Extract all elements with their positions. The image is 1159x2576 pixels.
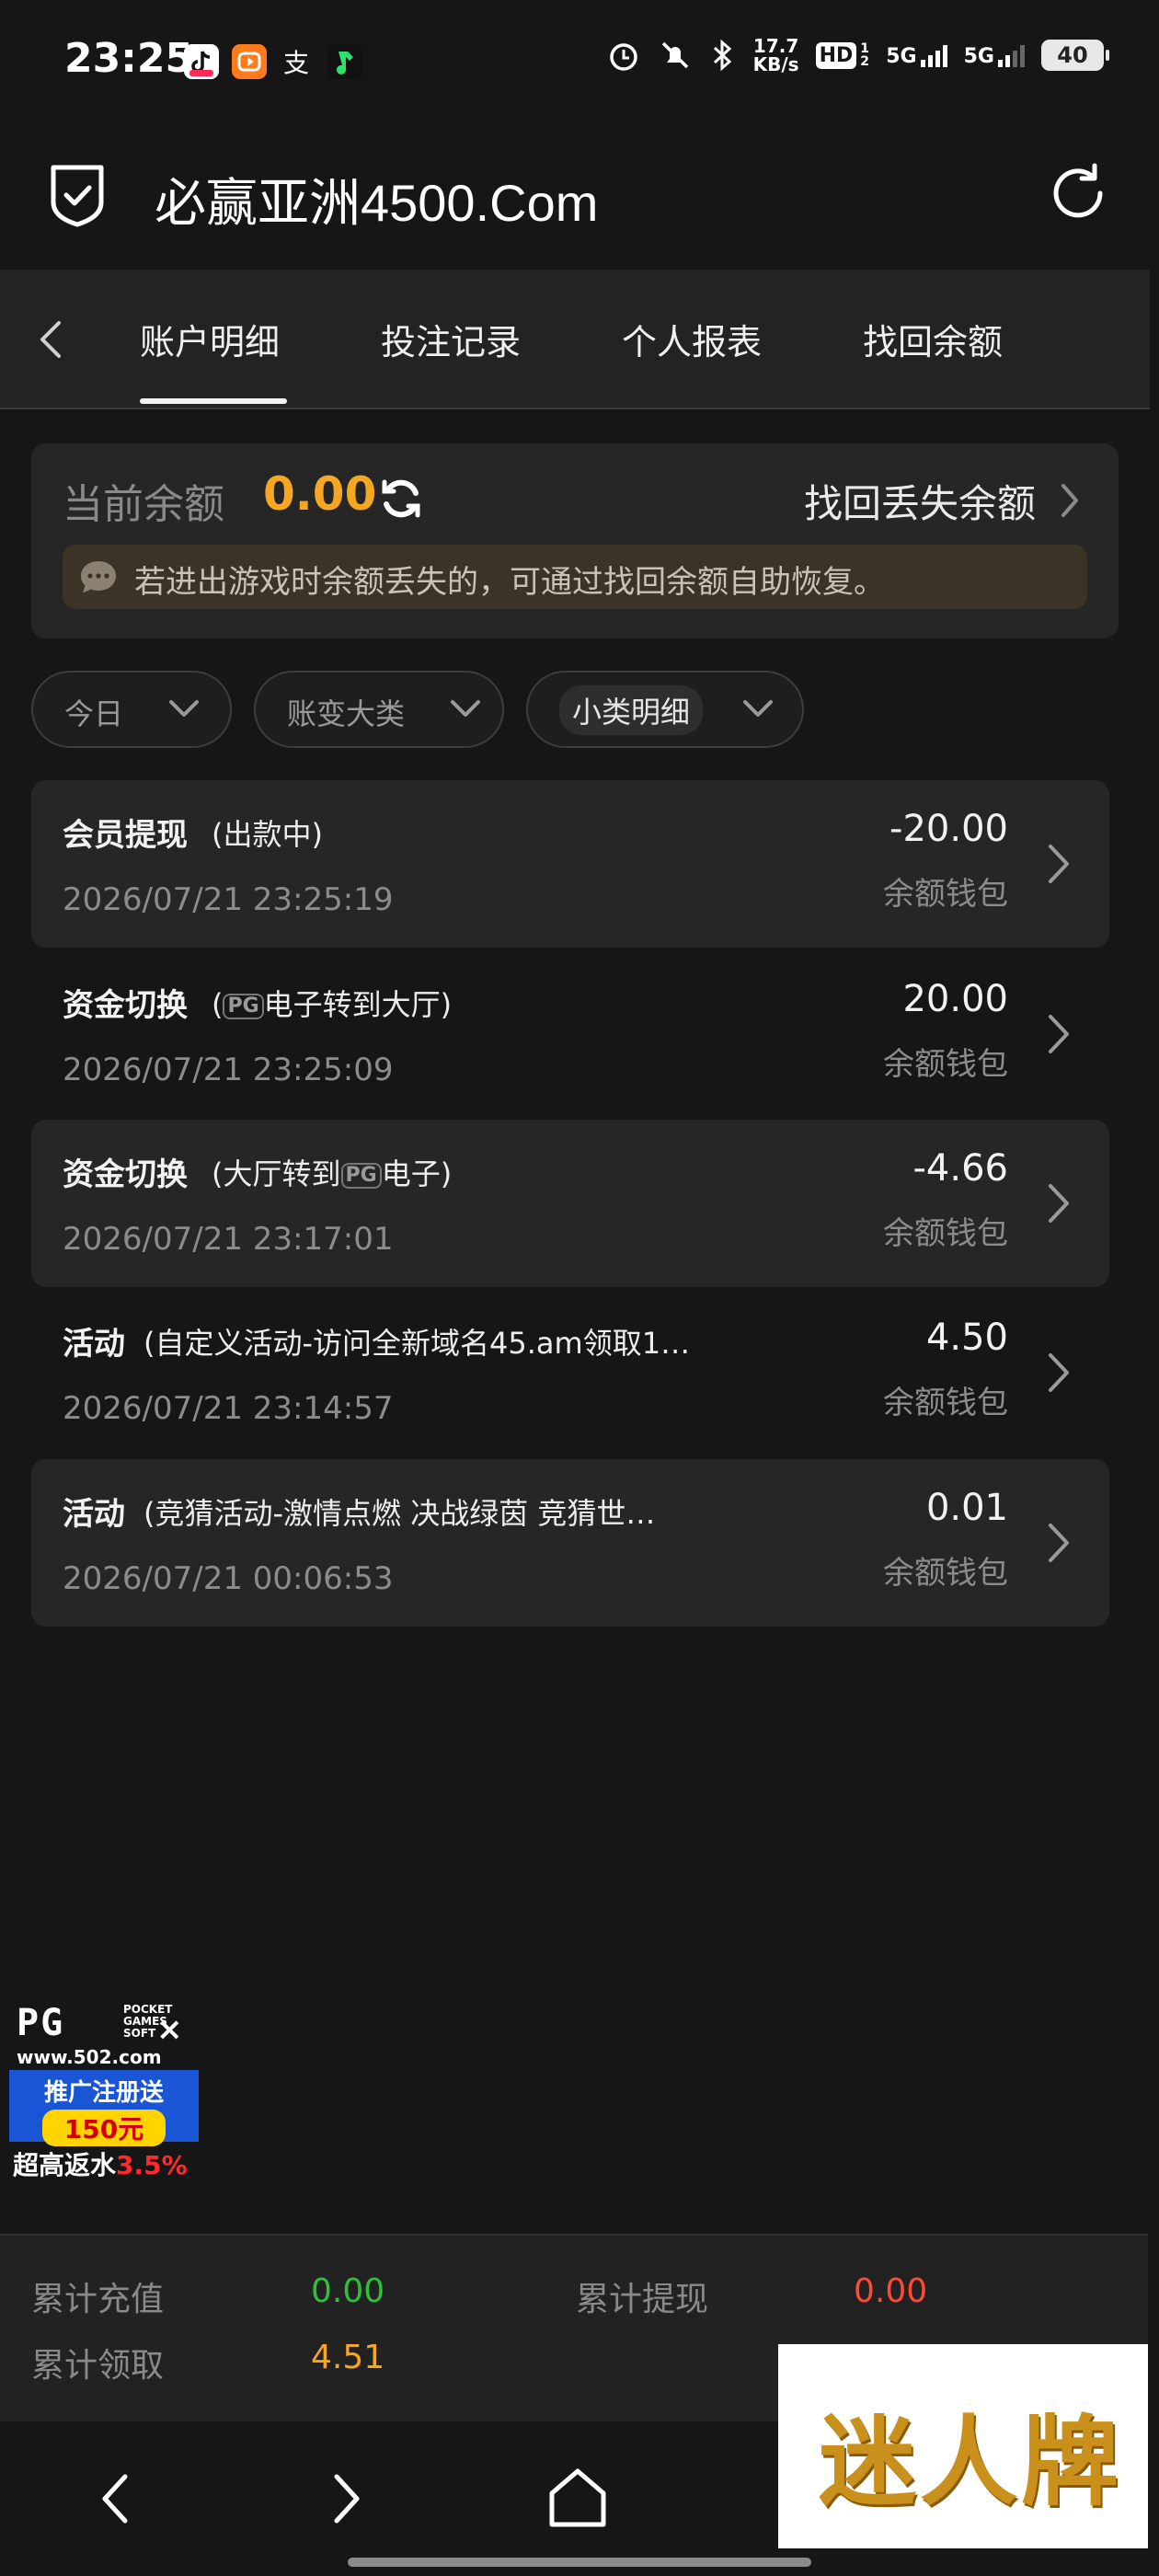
transaction-amount: -4.66 bbox=[912, 1147, 1009, 1190]
chat-bubble-icon bbox=[81, 561, 116, 593]
pg-badge: PG bbox=[223, 994, 264, 1019]
transaction-time: 2026/07/21 23:14:57 bbox=[63, 1390, 394, 1427]
mute-bell-icon bbox=[661, 41, 688, 69]
total-recharge-label: 累计充值 bbox=[31, 2281, 165, 2318]
filter-category[interactable]: 账变大类 bbox=[254, 671, 504, 748]
chevron-right-icon bbox=[1049, 1524, 1069, 1562]
tab-bet-records[interactable]: 投注记录 bbox=[381, 314, 521, 364]
transaction-time: 2026/07/21 23:25:19 bbox=[63, 881, 394, 918]
watermark-text: 迷人牌 bbox=[819, 2406, 1122, 2519]
tab-personal-report[interactable]: 个人报表 bbox=[622, 314, 762, 364]
transaction-type: 资金切换 bbox=[63, 987, 188, 1024]
transaction-detail: (竞猜活动-激情点燃 决战绿茵 竞猜世… bbox=[143, 1496, 656, 1531]
transaction-wallet: 余额钱包 bbox=[883, 1215, 1008, 1252]
pg-badge: PG bbox=[340, 1163, 382, 1189]
transaction-wallet: 余额钱包 bbox=[883, 1046, 1008, 1083]
total-withdraw-label: 累计提现 bbox=[576, 2281, 709, 2318]
total-withdraw-value: 0.00 bbox=[854, 2272, 928, 2310]
transaction-wallet: 余额钱包 bbox=[883, 876, 1008, 913]
signal-5g-1: 5G bbox=[886, 43, 947, 67]
chevron-down-icon bbox=[743, 700, 773, 717]
chevron-right-icon[interactable] bbox=[1056, 480, 1084, 521]
shield-check-icon[interactable] bbox=[48, 162, 107, 228]
tab-recover-balance[interactable]: 找回余额 bbox=[863, 314, 1003, 364]
transaction-time: 2026/07/21 00:06:53 bbox=[63, 1560, 394, 1597]
home-indicator[interactable] bbox=[348, 2558, 811, 2567]
tab-account-details[interactable]: 账户明细 bbox=[140, 314, 280, 364]
tiktok-app-icon bbox=[184, 44, 219, 79]
notice-text: 若进出游戏时余额丢失的，可通过找回余额自助恢复。 bbox=[134, 564, 885, 601]
watermark-logo: 迷人牌 bbox=[778, 2344, 1148, 2548]
signal-5g-2: 5G bbox=[964, 43, 1025, 67]
transaction-detail: (自定义活动-访问全新域名45.am领取1… bbox=[143, 1326, 691, 1361]
balance-card: 当前余额 0.00 找回丢失余额 若进出游戏时余额丢失的，可通过找回余额自助恢复… bbox=[31, 443, 1119, 638]
transaction-type: 活动 bbox=[63, 1496, 125, 1533]
transaction-amount: -20.00 bbox=[889, 808, 1008, 850]
total-claimed-label: 累计领取 bbox=[31, 2347, 165, 2385]
home-icon[interactable] bbox=[546, 2466, 609, 2530]
music-app-icon bbox=[327, 44, 362, 79]
transaction-type: 活动 bbox=[63, 1326, 125, 1363]
notice-banner: 若进出游戏时余额丢失的，可通过找回余额自助恢复。 bbox=[63, 545, 1087, 609]
tab-bar: 账户明细 投注记录 个人报表 找回余额 bbox=[0, 270, 1150, 409]
pg-ad-header: PG POCKET GAMES SOFT www.502.com × bbox=[9, 1998, 199, 2068]
filter-date[interactable]: 今日 bbox=[31, 671, 232, 748]
chevron-right-icon bbox=[1049, 1015, 1069, 1053]
transaction-type: 会员提现 bbox=[63, 817, 188, 854]
transaction-detail: (PG 电子转到大厅) bbox=[212, 987, 453, 1022]
pg-ad-rebate: 超高返水3.5% bbox=[13, 2150, 188, 2180]
filter-subcategory[interactable]: 小类明细 bbox=[526, 671, 804, 748]
balance-label: 当前余额 bbox=[63, 481, 224, 528]
transaction-amount: 4.50 bbox=[925, 1317, 1008, 1359]
status-indicators: 17.7 KB/s HD 1 2 5G 5G 40 bbox=[606, 35, 1109, 75]
status-time: 23:25 bbox=[64, 35, 194, 82]
chevron-down-icon bbox=[451, 700, 480, 717]
transaction-amount: 20.00 bbox=[902, 978, 1008, 1020]
transaction-row[interactable]: 活动 (自定义活动-访问全新域名45.am领取1… 2026/07/21 23:… bbox=[31, 1289, 1109, 1456]
transaction-time: 2026/07/21 23:17:01 bbox=[63, 1221, 394, 1258]
page-title: 必赢亚洲4500.Com bbox=[155, 174, 599, 232]
transaction-detail: (大厅转到 PG 电子) bbox=[212, 1156, 453, 1191]
transaction-wallet: 余额钱包 bbox=[883, 1555, 1008, 1592]
transaction-type: 资金切换 bbox=[63, 1156, 188, 1193]
status-bar: 23:25 支 17.7 KB/s HD 1 2 5G 5G 40 bbox=[0, 0, 1159, 129]
pg-ad-promo: 推广注册送 150元 bbox=[9, 2070, 199, 2146]
balance-value: 0.00 bbox=[263, 467, 377, 521]
video-app-icon bbox=[232, 44, 267, 79]
chevron-down-icon bbox=[169, 700, 199, 717]
recover-lost-balance-link[interactable]: 找回丢失余额 bbox=[804, 473, 1036, 529]
sync-icon[interactable] bbox=[375, 473, 427, 524]
svg-text:支: 支 bbox=[283, 48, 309, 78]
total-claimed-value: 4.51 bbox=[311, 2339, 385, 2376]
alipay-app-icon: 支 bbox=[280, 44, 315, 79]
refresh-icon[interactable] bbox=[1045, 160, 1111, 226]
transaction-row[interactable]: 活动 (竞猜活动-激情点燃 决战绿茵 竞猜世… 2026/07/21 00:06… bbox=[31, 1459, 1109, 1627]
close-ad-icon[interactable]: × bbox=[156, 2011, 183, 2048]
alarm-icon bbox=[609, 43, 637, 71]
transaction-row[interactable]: 资金切换 (PG 电子转到大厅) 2026/07/21 23:25:09 20.0… bbox=[31, 950, 1109, 1118]
chevron-right-icon bbox=[1049, 845, 1069, 883]
app-header: 必赢亚洲4500.Com bbox=[0, 129, 1159, 269]
chevron-left-icon[interactable] bbox=[28, 312, 74, 367]
battery-indicator: 40 bbox=[1041, 40, 1109, 71]
network-speed: 17.7 KB/s bbox=[752, 35, 799, 75]
pg-promo-ad[interactable]: PG POCKET GAMES SOFT www.502.com × 推广注册送… bbox=[9, 1998, 199, 2180]
chevron-right-icon bbox=[1049, 1353, 1069, 1392]
transaction-amount: 0.01 bbox=[925, 1487, 1008, 1529]
transaction-time: 2026/07/21 23:25:09 bbox=[63, 1052, 394, 1088]
hd-indicator: HD 1 2 bbox=[815, 41, 870, 69]
active-tab-indicator bbox=[140, 398, 287, 404]
transaction-detail: (出款中) bbox=[212, 817, 323, 852]
pg-ad-amount: 150元 bbox=[41, 2110, 166, 2146]
back-arrow-icon[interactable] bbox=[98, 2469, 134, 2528]
chevron-right-icon bbox=[1049, 1184, 1069, 1223]
bluetooth-icon bbox=[713, 39, 731, 72]
forward-arrow-icon[interactable] bbox=[327, 2469, 364, 2528]
transaction-row[interactable]: 资金切换 (大厅转到 PG 电子) 2026/07/21 23:17:01 -4.6… bbox=[31, 1120, 1109, 1287]
transaction-row[interactable]: 会员提现 (出款中) 2026/07/21 23:25:19 -20.00 余额… bbox=[31, 780, 1109, 948]
pg-logo: PG bbox=[17, 2002, 65, 2044]
pg-ad-url: www.502.com bbox=[17, 2046, 162, 2068]
transaction-wallet: 余额钱包 bbox=[883, 1385, 1008, 1421]
total-recharge-value: 0.00 bbox=[311, 2272, 385, 2310]
